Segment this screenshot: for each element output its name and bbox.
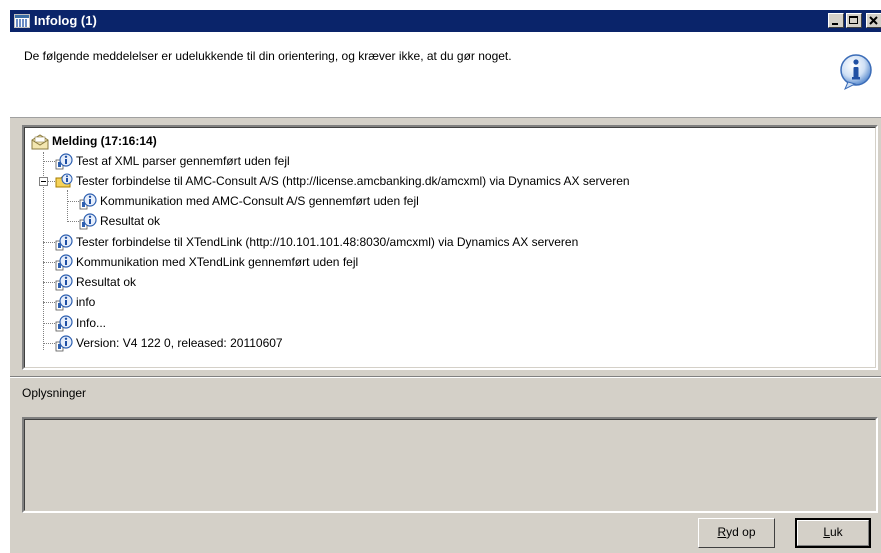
- info-icon: [55, 274, 73, 291]
- tree-item-label: info: [76, 295, 96, 309]
- close-button-label: uk: [830, 525, 843, 539]
- tree-item-label: Kommunikation med AMC-Consult A/S gennem…: [100, 194, 419, 208]
- details-field[interactable]: [22, 417, 878, 513]
- minimize-button[interactable]: [828, 13, 844, 28]
- info-icon: [55, 254, 73, 271]
- tree-item-label: Resultat ok: [100, 214, 161, 228]
- divider: [10, 376, 881, 378]
- collapse-toggle[interactable]: [39, 177, 48, 186]
- tree-item-label: Info...: [76, 316, 107, 330]
- info-icon: [55, 315, 73, 332]
- info-icon: [79, 193, 97, 210]
- title-bar[interactable]: Infolog (1): [10, 10, 881, 32]
- info-icon: [840, 54, 872, 91]
- root-label: Melding (17:16:14): [52, 134, 157, 148]
- tree-item-label: Tester forbindelse til AMC-Consult A/S (…: [76, 174, 630, 188]
- maximize-button[interactable]: [846, 13, 862, 28]
- close-dialog-button[interactable]: Luk: [795, 518, 871, 548]
- envelope-icon: [31, 134, 49, 150]
- tree-item-label: Resultat ok: [76, 275, 137, 289]
- message-banner: De følgende meddelelser er udelukkende t…: [10, 32, 881, 118]
- message-tree[interactable]: Melding (17:16:14) Test af XML parser ge…: [22, 125, 878, 370]
- window-title: Infolog (1): [34, 13, 97, 28]
- banner-message: De følgende meddelelser er udelukkende t…: [24, 49, 512, 63]
- tree-item-label: Kommunikation med XTendLink gennemført u…: [76, 255, 359, 269]
- folder-info-icon: [55, 173, 73, 188]
- info-icon: [55, 234, 73, 251]
- minimize-icon: [832, 23, 838, 25]
- info-icon: [55, 294, 73, 311]
- maximize-icon: [849, 16, 858, 24]
- close-button[interactable]: [866, 13, 881, 28]
- close-icon: [869, 16, 878, 25]
- tree-item-label: Test af XML parser gennemført uden fejl: [76, 154, 290, 168]
- clear-button-accel: R: [717, 525, 727, 539]
- app-window-icon: [14, 14, 30, 28]
- tree-item-label: Tester forbindelse til XTendLink (http:/…: [76, 235, 579, 249]
- tree-item-label: Version: V4 122 0, released: 20110607: [76, 336, 283, 350]
- clear-button-label: yd op: [726, 525, 756, 539]
- info-icon: [55, 153, 73, 170]
- clear-button[interactable]: Ryd op: [698, 518, 775, 548]
- close-button-accel: L: [823, 525, 830, 539]
- details-label: Oplysninger: [22, 386, 87, 400]
- info-icon: [55, 335, 73, 352]
- info-icon: [79, 213, 97, 230]
